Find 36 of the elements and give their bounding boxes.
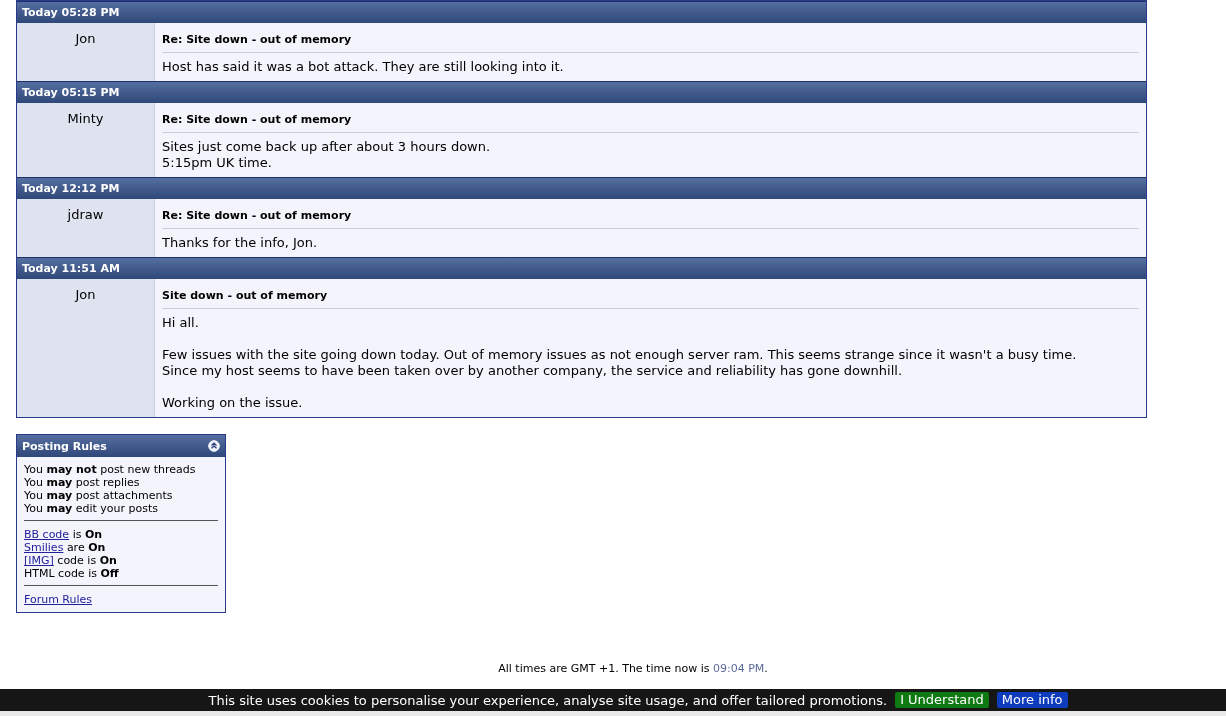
post-text: Few issues with the site going down today. Out of memory issues as not enough server ram. This seems strange since it wasn't a busy time. Since my host seems to have been taken over by another company, the service and reliability has gone downhill. xyxy=(162,347,1078,379)
post-author[interactable]: Jon xyxy=(75,31,96,46)
more-info-button[interactable]: More info xyxy=(996,692,1068,708)
post-text: Host has said it was a bot attack. They are still looking into it. xyxy=(162,59,565,75)
forum-rules-link[interactable]: Forum Rules xyxy=(24,593,93,606)
permission-text: You may post attachments xyxy=(24,489,173,502)
post-title: Re: Site down - out of memory xyxy=(162,113,352,126)
permission-text: You may edit your posts xyxy=(24,502,159,515)
post-title: Re: Site down - out of memory xyxy=(162,33,352,46)
panel-title: Posting Rules xyxy=(22,439,107,453)
post-text: Sites just come back up after about 3 hours down. 5:15pm UK time. xyxy=(162,139,492,171)
post-text: Thanks for the info, Jon. xyxy=(162,235,319,251)
post-date: Today 12:12 PM xyxy=(17,177,1146,199)
setting-text: HTML code is Off xyxy=(24,567,119,580)
setting-link[interactable]: Smilies xyxy=(24,541,64,554)
setting-link[interactable]: [IMG] xyxy=(24,554,54,567)
post-date: Today 05:28 PM xyxy=(17,1,1146,23)
post-date: Today 05:15 PM xyxy=(17,81,1146,103)
setting-text: [IMG] code is On xyxy=(24,554,117,567)
cookie-message: This site uses cookies to personalise your experience, analyse site usage, and offer tailored promotions. xyxy=(208,692,888,708)
setting-link[interactable]: BB code xyxy=(24,528,70,541)
collapse-icon[interactable] xyxy=(208,440,220,452)
post-author[interactable]: Jon xyxy=(75,287,96,302)
post-text: Hi all. xyxy=(162,315,200,331)
timezone-text: All times are GMT +1. The time now is 09:04 PM. xyxy=(497,662,768,675)
setting-text: BB code is On xyxy=(24,528,103,541)
permission-text: You may not post new threads xyxy=(24,463,196,476)
setting-text: Smilies are On xyxy=(24,541,106,554)
post-date: Today 11:51 AM xyxy=(17,257,1146,279)
post-title: Site down - out of memory xyxy=(162,289,328,302)
post-author[interactable]: jdraw xyxy=(67,207,104,222)
accept-button[interactable]: I Understand xyxy=(895,692,989,708)
post-author[interactable]: Minty xyxy=(67,111,104,126)
post-text: Working on the issue. xyxy=(162,395,304,411)
post-title: Re: Site down - out of memory xyxy=(162,209,352,222)
permission-text: You may post replies xyxy=(24,476,140,489)
